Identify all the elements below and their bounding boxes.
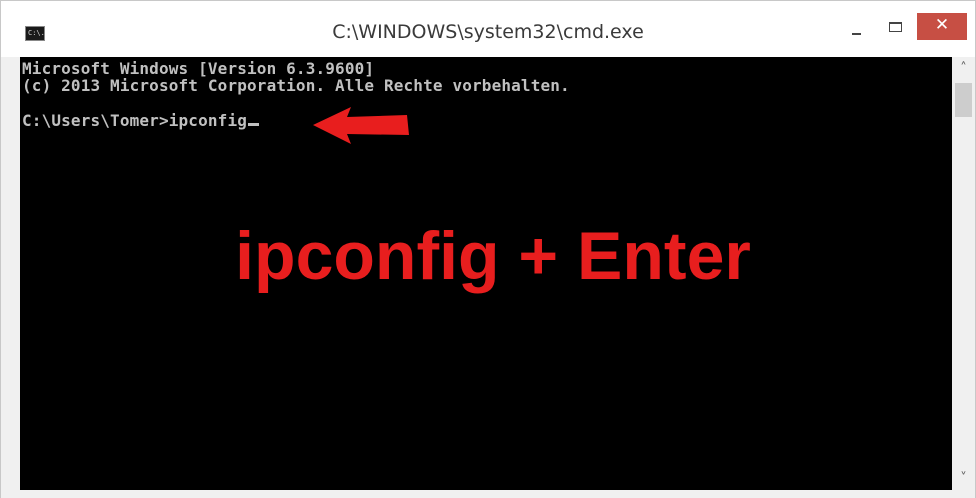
text-cursor [248, 123, 260, 126]
console-prompt-line: C:\Users\Tomer>ipconfig [22, 111, 260, 130]
cmd-window: C:\. C:\WINDOWS\system32\cmd.exe ✕ Micro… [0, 0, 976, 498]
close-button[interactable]: ✕ [917, 13, 967, 40]
left-arrow-icon [313, 107, 409, 144]
vertical-scrollbar[interactable]: ˄ ˅ [952, 57, 975, 490]
maximize-icon [889, 22, 902, 32]
close-icon: ✕ [934, 15, 950, 35]
title-bar[interactable]: C:\. C:\WINDOWS\system32\cmd.exe ✕ [1, 1, 975, 57]
annotation-text: ipconfig + Enter [235, 218, 751, 294]
console-output[interactable]: Microsoft Windows [Version 6.3.9600] (c)… [20, 57, 952, 490]
scroll-thumb[interactable] [955, 83, 972, 117]
maximize-button[interactable] [881, 13, 911, 40]
minimize-icon [852, 33, 861, 35]
console-prompt-text: C:\Users\Tomer>ipconfig [22, 111, 248, 130]
scroll-down-button[interactable]: ˅ [952, 469, 975, 489]
window-title: C:\WINDOWS\system32\cmd.exe [332, 21, 644, 43]
minimize-button[interactable] [841, 13, 871, 40]
console-line: (c) 2013 Microsoft Corporation. Alle Rec… [22, 76, 570, 95]
scroll-up-button[interactable]: ˄ [952, 59, 975, 79]
window-bottom-border [1, 490, 975, 498]
console-line: Microsoft Windows [Version 6.3.9600] [22, 59, 375, 78]
